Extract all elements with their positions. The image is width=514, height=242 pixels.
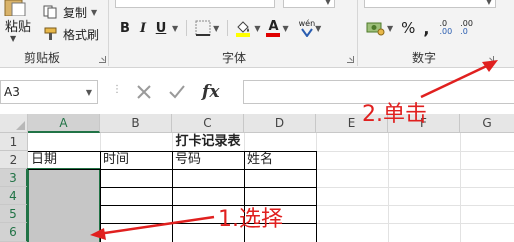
font-format-row: B I U ▼ ▼ ▼ A ▼ wén ▼ bbox=[118, 18, 321, 38]
borders-icon[interactable] bbox=[195, 20, 211, 36]
accounting-format-icon[interactable] bbox=[366, 20, 386, 36]
group-divider bbox=[108, 0, 109, 66]
clipboard-group-label: 剪贴板 bbox=[24, 51, 61, 65]
italic-button[interactable]: I bbox=[136, 19, 150, 37]
name-box[interactable]: A3 ▼ bbox=[0, 80, 98, 104]
paste-button[interactable]: 粘贴 bbox=[5, 16, 31, 35]
copy-label: 复制 bbox=[63, 5, 88, 20]
percent-style-button[interactable]: % bbox=[401, 19, 415, 37]
font-name-select[interactable] bbox=[115, 0, 275, 8]
number-dialog-launcher-icon[interactable] bbox=[487, 56, 494, 63]
font-group-label: 字体 bbox=[222, 51, 247, 65]
row-header-5[interactable]: 5 bbox=[0, 205, 28, 223]
chevron-down-icon: ▼ bbox=[485, 0, 492, 6]
cell-d2[interactable]: 姓名 bbox=[245, 151, 316, 169]
font-color-dropdown-icon[interactable]: ▼ bbox=[282, 24, 288, 33]
decrease-decimal-glyph-2: .0 bbox=[460, 27, 468, 36]
table-border bbox=[100, 223, 316, 224]
format-painter-icon bbox=[44, 27, 57, 40]
phonetic-glyph: wén bbox=[298, 19, 316, 28]
formula-bar: A3 ▼ ⋮ fx bbox=[0, 78, 514, 106]
phonetic-guide-button[interactable]: wén bbox=[298, 19, 316, 37]
font-color-glyph: A bbox=[268, 18, 279, 34]
divider bbox=[186, 20, 188, 36]
enter-check-icon[interactable] bbox=[168, 84, 186, 100]
fill-color-icon[interactable] bbox=[234, 19, 252, 37]
divider bbox=[227, 20, 229, 36]
group-divider bbox=[357, 0, 358, 66]
row-header-1[interactable]: 1 bbox=[0, 133, 28, 151]
copy-dropdown-icon[interactable]: ▼ bbox=[91, 8, 97, 17]
number-format-select[interactable]: ▼ bbox=[364, 0, 496, 8]
table-border bbox=[316, 151, 317, 242]
row-header-2[interactable]: 2 bbox=[0, 151, 28, 169]
comma-style-button[interactable]: , bbox=[423, 19, 429, 38]
paste-dropdown-icon[interactable]: ▼ bbox=[10, 34, 16, 43]
column-header-d[interactable]: D bbox=[244, 114, 316, 133]
font-color-swatch bbox=[266, 32, 281, 37]
selection-outline bbox=[27, 168, 101, 242]
select-all-button[interactable] bbox=[0, 114, 28, 133]
name-box-value: A3 bbox=[4, 85, 20, 99]
cancel-icon[interactable] bbox=[136, 84, 152, 100]
borders-dropdown-icon[interactable]: ▼ bbox=[213, 24, 219, 33]
font-size-select[interactable]: ▼ bbox=[283, 0, 335, 8]
column-header-a[interactable]: A bbox=[28, 114, 100, 133]
table-border bbox=[100, 205, 316, 206]
paste-icon[interactable] bbox=[2, 0, 28, 17]
chevron-down-icon: ▼ bbox=[324, 0, 331, 6]
chevron-down-icon[interactable]: ▼ bbox=[86, 88, 92, 97]
number-group-label: 数字 bbox=[412, 51, 437, 65]
ribbon: 粘贴 ▼ 复制 ▼ 格式刷 剪贴板 ▼ B I U ▼ ▼ ▼ A ▼ wén … bbox=[0, 0, 514, 68]
underline-dropdown-icon[interactable]: ▼ bbox=[172, 24, 178, 33]
underline-button[interactable]: U bbox=[154, 19, 168, 37]
font-dialog-launcher-icon[interactable] bbox=[347, 56, 354, 63]
format-painter-button[interactable]: 格式刷 bbox=[43, 25, 99, 43]
row-header-4[interactable]: 4 bbox=[0, 187, 28, 205]
accounting-dropdown-icon[interactable]: ▼ bbox=[387, 24, 393, 33]
insert-function-button[interactable]: fx bbox=[202, 82, 219, 102]
copy-button[interactable]: 复制 ▼ bbox=[43, 3, 97, 21]
number-format-row: ▼ % , .0 .00 .00 .0 bbox=[366, 18, 473, 38]
row-header-3[interactable]: 3 bbox=[0, 169, 28, 187]
increase-decimal-glyph-2: .00 bbox=[439, 27, 453, 36]
increase-decimal-button[interactable]: .0 .00 bbox=[440, 20, 453, 36]
phonetic-icon bbox=[301, 28, 313, 37]
formula-buttons: fx bbox=[126, 80, 240, 104]
clipboard-dialog-launcher-icon[interactable] bbox=[99, 56, 106, 63]
font-color-button[interactable]: A bbox=[266, 18, 281, 37]
cell-b2[interactable]: 时间 bbox=[101, 151, 172, 169]
column-header-c[interactable]: C bbox=[172, 114, 244, 133]
step1-annotation: 1.选择 bbox=[218, 207, 283, 232]
column-header-g[interactable]: G bbox=[460, 114, 514, 133]
column-header-b[interactable]: B bbox=[100, 114, 172, 133]
copy-icon bbox=[43, 5, 57, 19]
table-border bbox=[100, 187, 316, 188]
formula-bar-grip-icon[interactable]: ⋮ bbox=[112, 84, 122, 95]
fill-color-dropdown-icon[interactable]: ▼ bbox=[254, 24, 260, 33]
cell-a2[interactable]: 日期 bbox=[29, 151, 100, 169]
step2-annotation: 2.单击 bbox=[362, 102, 427, 127]
row-header-6[interactable]: 6 bbox=[0, 223, 28, 242]
cell-c2[interactable]: 号码 bbox=[173, 151, 244, 169]
decrease-decimal-button[interactable]: .00 .0 bbox=[460, 20, 473, 36]
format-painter-label: 格式刷 bbox=[63, 27, 100, 42]
cell-title[interactable]: 打卡记录表 bbox=[100, 133, 316, 151]
phonetic-dropdown-icon[interactable]: ▼ bbox=[315, 24, 321, 33]
bold-button[interactable]: B bbox=[118, 19, 132, 37]
